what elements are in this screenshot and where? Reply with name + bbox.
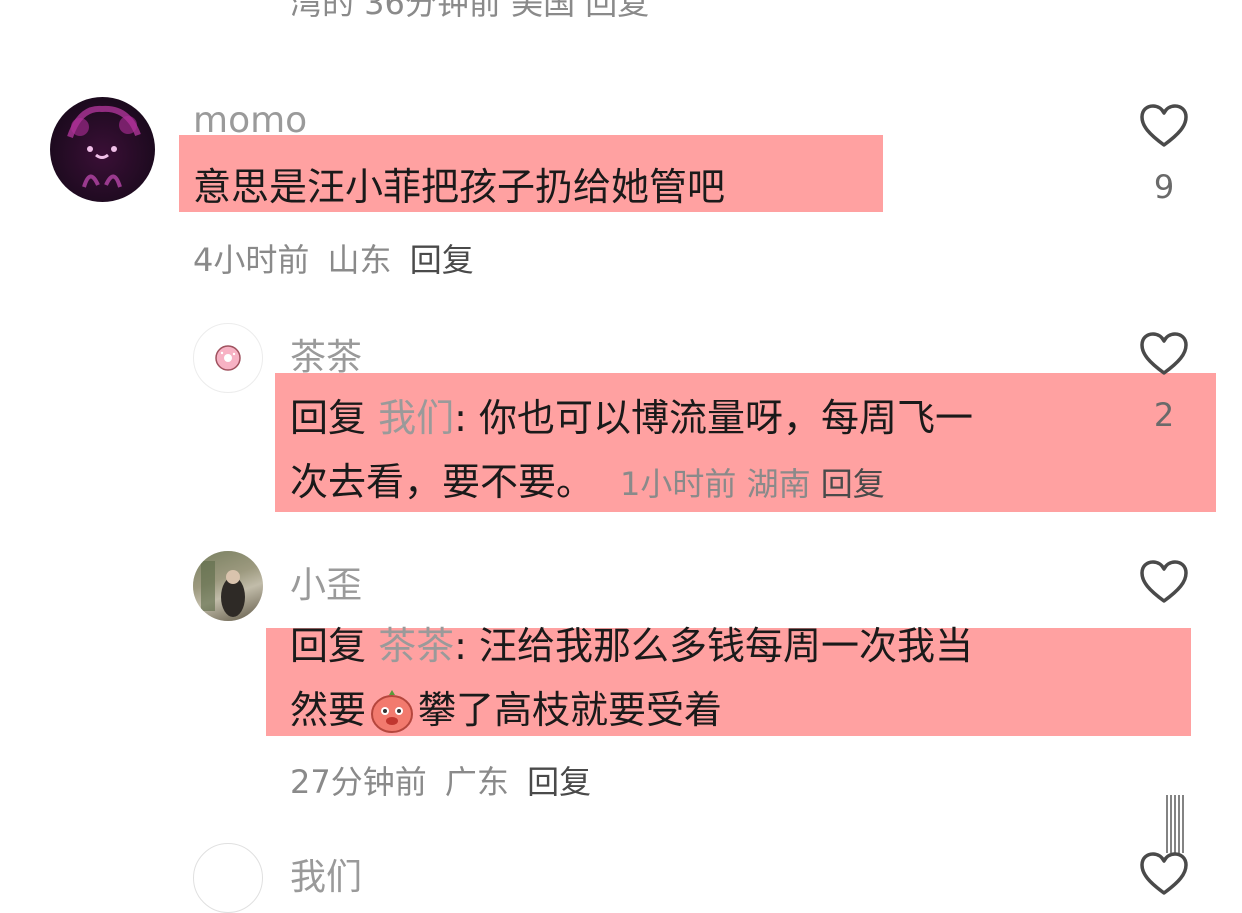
reply-meta: 1小时前 湖南 回复: [620, 465, 885, 503]
comment-text: 意思是汪小菲把孩子扔给她管吧: [193, 165, 726, 209]
shy-emoji-icon: [368, 686, 416, 734]
comment-time: 4小时前: [193, 241, 310, 279]
like-count: 9: [1153, 168, 1175, 206]
comment-location: 山东: [327, 241, 392, 279]
like-icon[interactable]: [1139, 331, 1189, 377]
comment-meta: 4小时前 山东 回复: [193, 235, 474, 281]
reply-reply-button[interactable]: 回复: [527, 763, 591, 801]
like-icon[interactable]: [1139, 559, 1189, 605]
mention-link[interactable]: 茶茶: [378, 624, 454, 668]
comment-reply-button[interactable]: 回复: [410, 241, 474, 279]
reply-text: 回复 茶茶: 汪给我那么多钱每周一次我当 然要 攀了高枝就要受着: [290, 624, 974, 734]
reply-text: 回复 我们: 你也可以博流量呀，每周飞一 次去看，要不要。 1小时前 湖南 回复: [290, 396, 974, 504]
like-icon[interactable]: [1139, 103, 1189, 149]
reply-reply-button[interactable]: 回复: [821, 465, 885, 503]
avatar[interactable]: [50, 97, 155, 202]
like-count: 2: [1153, 396, 1175, 434]
reply-avatar[interactable]: [193, 323, 263, 393]
reply-avatar[interactable]: [193, 843, 263, 913]
reply-avatar[interactable]: [193, 551, 263, 621]
reply-username[interactable]: 小歪: [290, 556, 362, 608]
scroll-indicator[interactable]: [1166, 795, 1186, 853]
reply-username[interactable]: 我们: [290, 848, 362, 900]
like-icon[interactable]: [1139, 851, 1189, 897]
mention-link[interactable]: 我们: [378, 396, 454, 440]
previous-comment-meta: 湾的 36分钟前 美国 回复: [290, 0, 650, 22]
reply-meta: 27分钟前 广东 回复: [290, 763, 592, 801]
